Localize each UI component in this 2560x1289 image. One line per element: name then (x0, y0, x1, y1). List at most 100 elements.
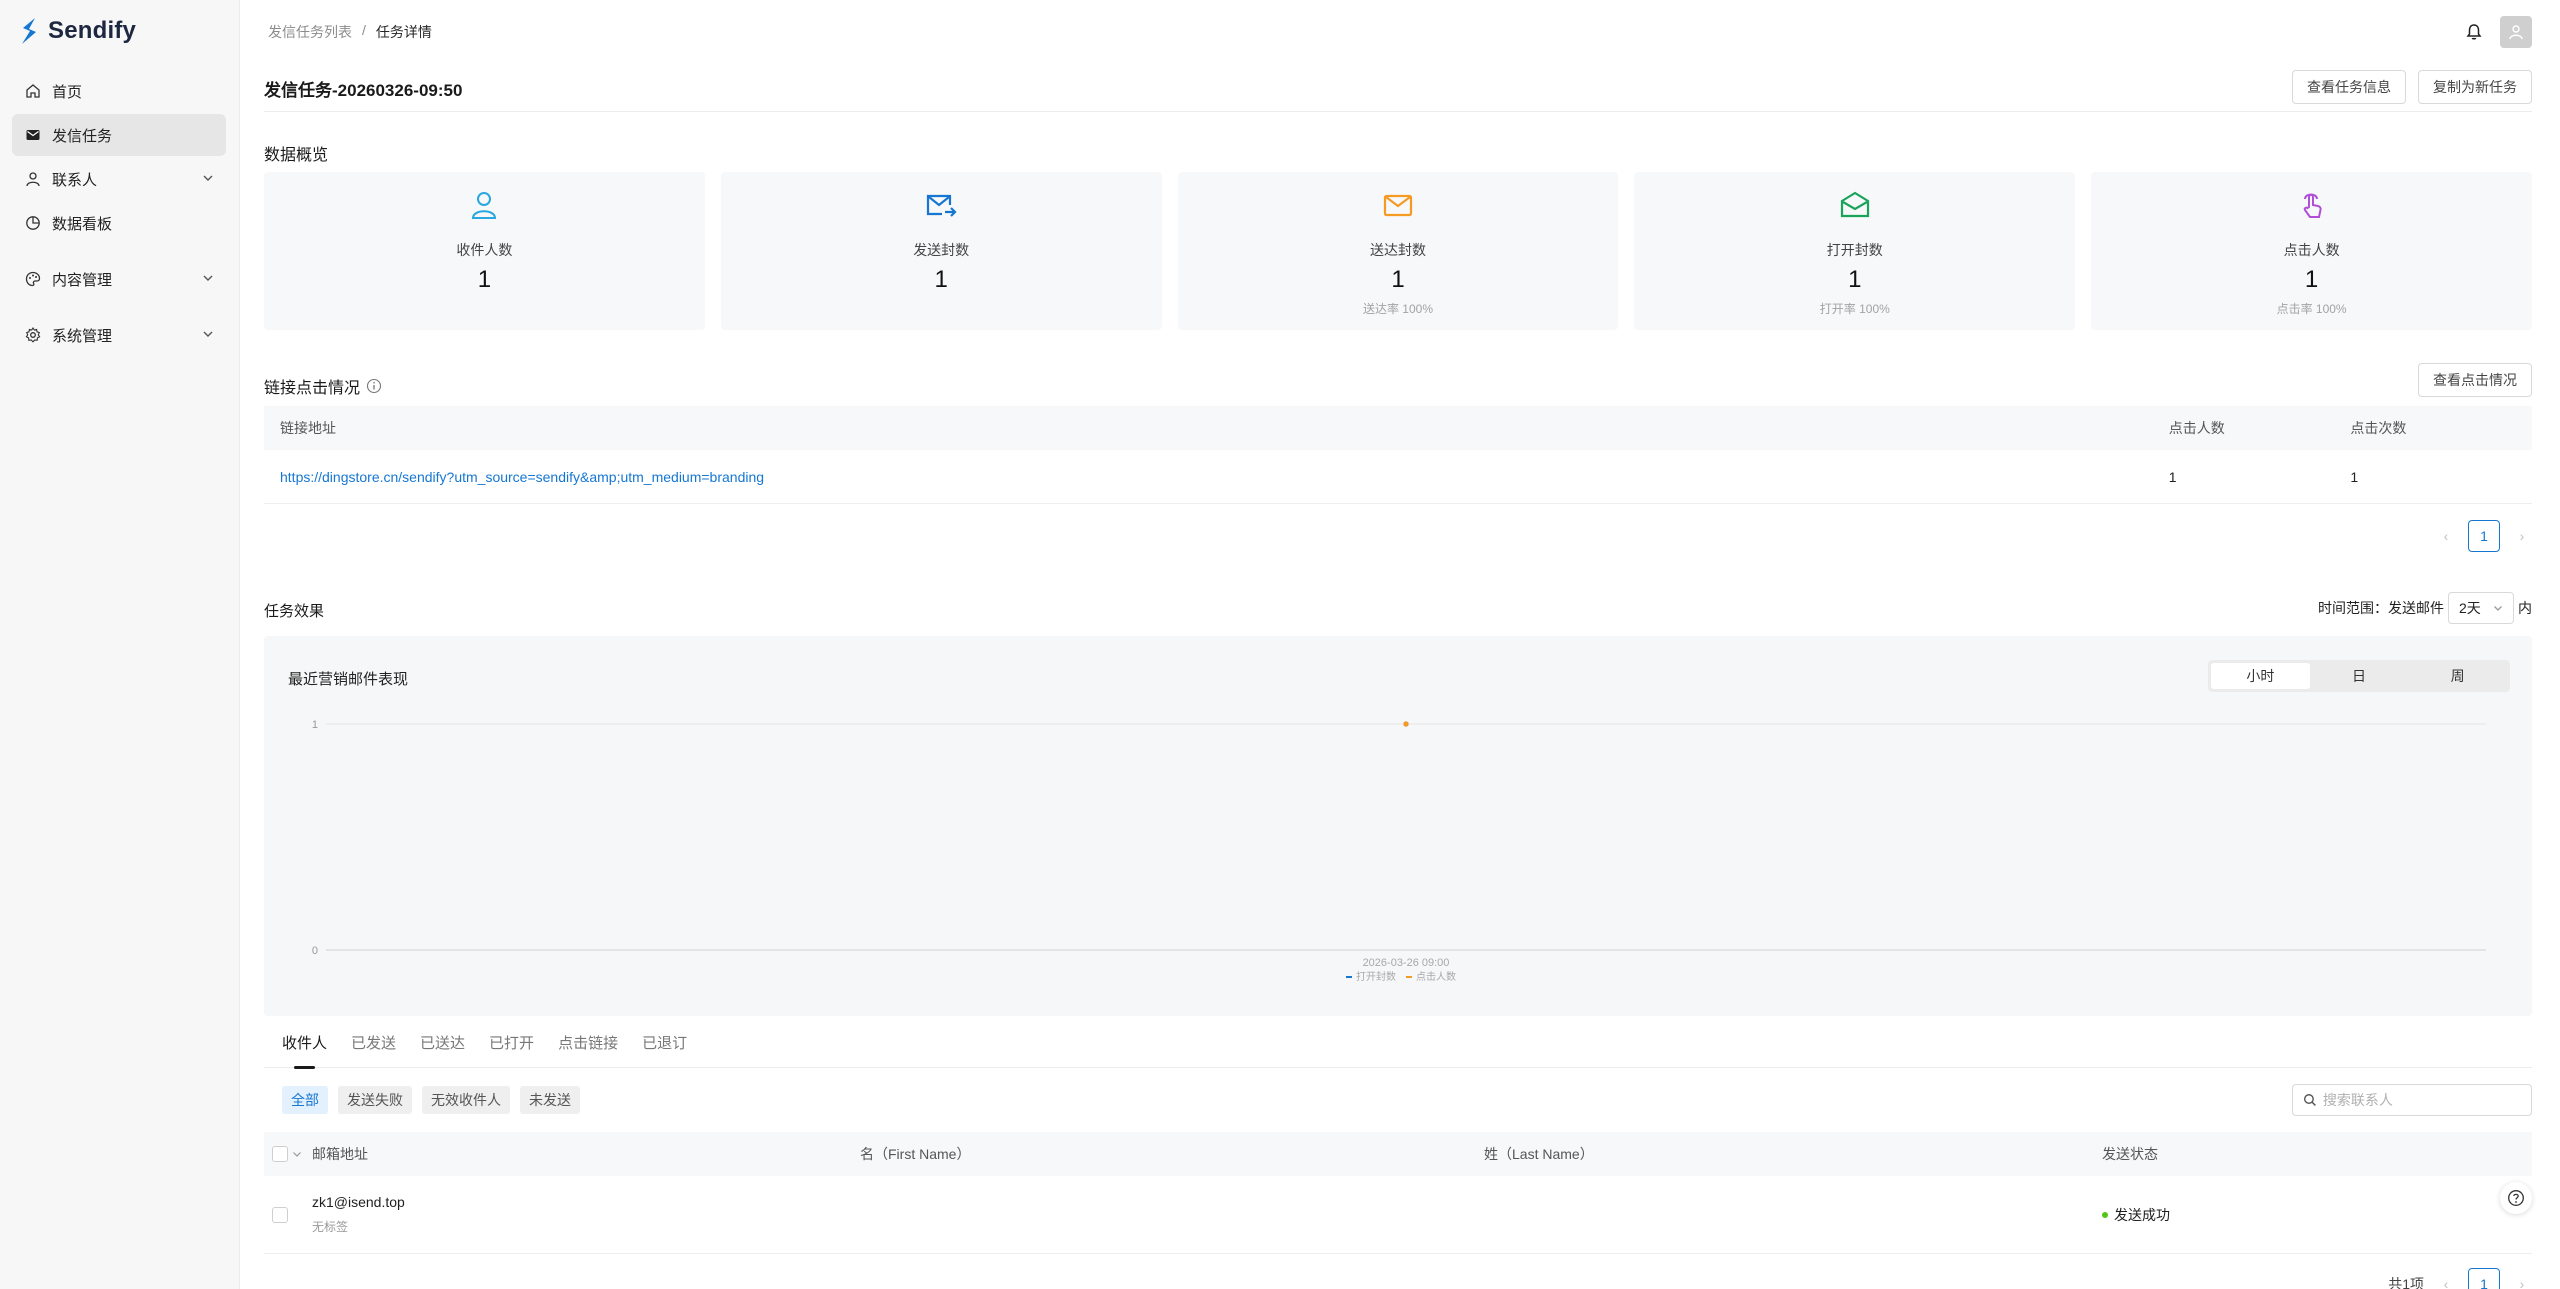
filter-invalid[interactable]: 无效收件人 (422, 1086, 510, 1114)
contact-search (2292, 1084, 2532, 1116)
stat-label: 收件人数 (456, 242, 513, 258)
user-avatar-icon (2509, 25, 2523, 40)
y-tick-label: 0 (312, 945, 318, 957)
prev-page-icon[interactable]: ‹ (2436, 1274, 2456, 1289)
x-tick-label: 2026-03-26 09:00 (1363, 957, 1450, 969)
filter-all[interactable]: 全部 (282, 1086, 328, 1114)
main-content: 发信任务列表 / 任务详情 发信任务-20260326-09:50 查看任务信息… (264, 0, 2532, 1289)
stat-label: 点击人数 (2283, 242, 2340, 258)
next-page-icon[interactable]: › (2512, 1274, 2532, 1289)
info-icon[interactable] (366, 378, 382, 394)
select-all (264, 1146, 312, 1162)
tab-unsubscribed[interactable]: 已退订 (642, 1030, 687, 1068)
legend-label: 打开封数 (1356, 970, 1396, 983)
y-tick-label: 1 (312, 719, 318, 731)
page-number[interactable]: 1 (2468, 520, 2500, 552)
bell-icon[interactable] (2464, 22, 2484, 42)
pie-chart-icon (24, 214, 42, 232)
brand-logo[interactable]: Sendify (18, 16, 136, 46)
prev-page-icon[interactable]: ‹ (2436, 526, 2456, 546)
page-title: 发信任务-20260326-09:50 (264, 81, 463, 100)
data-point (1403, 721, 1409, 727)
stat-sub: 打开率 100% (1819, 302, 1890, 316)
sidebar-item-contacts[interactable]: 联系人 (12, 158, 226, 200)
brand-name: Sendify (48, 17, 137, 44)
time-range-value: 2天 (2459, 600, 2481, 616)
sidebar-item-label: 数据看板 (52, 215, 113, 233)
filter-failed[interactable]: 发送失败 (338, 1086, 412, 1114)
select-all-checkbox[interactable] (272, 1146, 288, 1162)
sidebar-item-system[interactable]: 系统管理 (12, 314, 226, 356)
column-header: 发送状态 (2102, 1146, 2158, 1162)
gear-icon (24, 326, 42, 344)
breadcrumb-parent[interactable]: 发信任务列表 (268, 22, 352, 42)
link-clicks: 1 (2350, 468, 2359, 485)
user-icon (472, 192, 497, 219)
mail-send-icon (927, 194, 957, 217)
overview-title: 数据概览 (264, 147, 329, 164)
sidebar-item-label: 系统管理 (52, 327, 113, 345)
sendify-logo-icon (22, 18, 36, 44)
mail-icon (24, 126, 42, 144)
chevron-down-icon (2494, 606, 2502, 611)
breadcrumb-current: 任务详情 (375, 24, 432, 40)
stat-value: 1 (2304, 266, 2319, 293)
stat-sub: 点击率 100% (2276, 302, 2347, 316)
sidebar-nav: 首页 发信任务 联系人 数据看板 内容管理 系统管理 (12, 70, 226, 358)
sidebar-item-home[interactable]: 首页 (12, 70, 226, 112)
view-clicks-button[interactable]: 查看点击情况 (2418, 363, 2532, 397)
palette-icon (24, 270, 42, 288)
help-button[interactable] (2500, 1182, 2532, 1214)
performance-chart-card: 最近营销邮件表现 小时 日 周 1 0 2026-03-26 09:00 打开封数 点击… (264, 636, 2532, 1016)
page-number[interactable]: 1 (2468, 1268, 2500, 1289)
link-url[interactable]: https://dingstore.cn/sendify?utm_source=… (280, 469, 764, 485)
row-checkbox[interactable] (272, 1206, 288, 1223)
recipient-filters: 全部 发送失败 无效收件人 未发送 (282, 1086, 580, 1114)
sidebar-item-label: 内容管理 (52, 271, 113, 289)
link-clicks-title: 链接点击情况 (264, 380, 361, 397)
tab-recipients[interactable]: 收件人 (282, 1030, 327, 1069)
sidebar-item-label: 首页 (52, 83, 83, 101)
tab-clicked[interactable]: 点击链接 (558, 1030, 618, 1068)
link-table: 链接地址 点击人数 点击次数 https://dingstore.cn/send… (264, 406, 2532, 504)
sidebar-item-dashboard[interactable]: 数据看板 (12, 202, 226, 244)
link-table-header: 链接地址 点击人数 点击次数 (264, 406, 2532, 450)
search-input[interactable] (2322, 1092, 2521, 1108)
chevron-down-icon (203, 175, 213, 181)
header-divider (264, 111, 2532, 112)
sidebar-item-label: 发信任务 (52, 127, 113, 145)
search-icon (2303, 1094, 2316, 1106)
chevron-down-icon (203, 275, 213, 281)
stat-card-opened: 打开封数 1 打开率 100% (1634, 172, 2076, 330)
legend-label: 点击人数 (1416, 970, 1456, 983)
chevron-down-icon[interactable] (292, 1149, 302, 1159)
column-header: 名（First Name） (860, 1146, 971, 1162)
copy-as-new-task-button[interactable]: 复制为新任务 (2418, 70, 2532, 104)
column-header: 点击人数 (2168, 420, 2225, 436)
user-icon (24, 170, 42, 188)
sidebar-item-send-tasks[interactable]: 发信任务 (12, 114, 226, 156)
question-icon (2508, 1190, 2524, 1206)
time-range: 时间范围：发送邮件 2天 内 (2318, 592, 2532, 624)
next-page-icon[interactable]: › (2512, 526, 2532, 546)
column-header: 点击次数 (2350, 420, 2407, 436)
header-actions (2464, 16, 2532, 48)
stat-label: 打开封数 (1826, 242, 1883, 258)
mail-icon (1383, 194, 1413, 217)
filter-unsent[interactable]: 未发送 (520, 1086, 580, 1114)
time-range-suffix: 内 (2518, 600, 2532, 616)
stat-card-clickers: 点击人数 1 点击率 100% (2091, 172, 2532, 330)
tab-sent[interactable]: 已发送 (351, 1030, 396, 1068)
stat-sub: 送达率 100% (1362, 302, 1433, 316)
column-header: 邮箱地址 (312, 1146, 368, 1162)
breadcrumb: 发信任务列表 / 任务详情 (268, 22, 432, 42)
recipient-email[interactable]: zk1@isend.top (312, 1194, 860, 1210)
sidebar-item-content[interactable]: 内容管理 (12, 258, 226, 300)
recipient-table-header: 邮箱地址 名（First Name） 姓（Last Name） 发送状态 (264, 1132, 2532, 1176)
view-task-info-button[interactable]: 查看任务信息 (2292, 70, 2406, 104)
link-pagination: ‹ 1 › (2436, 520, 2532, 552)
avatar[interactable] (2500, 16, 2532, 48)
tab-opened[interactable]: 已打开 (489, 1030, 534, 1068)
time-range-select[interactable]: 2天 (2448, 592, 2514, 624)
tab-delivered[interactable]: 已送达 (420, 1030, 465, 1068)
